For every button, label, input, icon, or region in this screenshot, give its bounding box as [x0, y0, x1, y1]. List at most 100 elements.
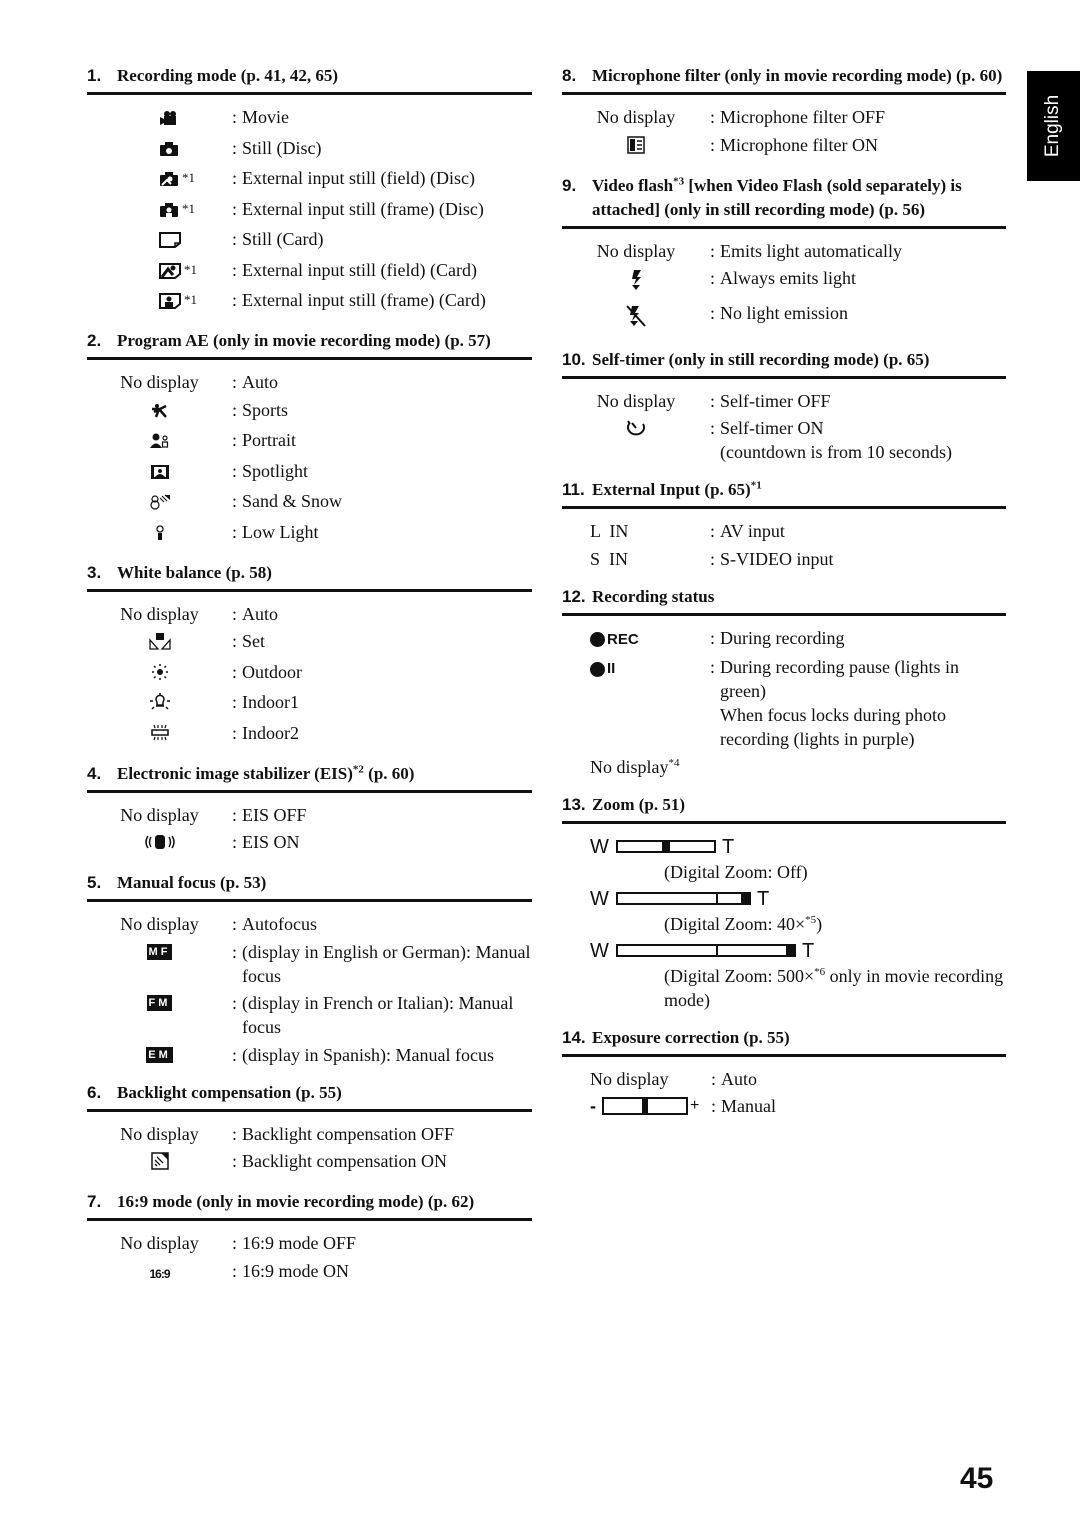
input-label: L IN [590, 521, 629, 541]
external-input-frame-card-icon [159, 291, 181, 315]
no-display-label: No display [596, 390, 676, 411]
list-item: No display : EIS OFF [87, 803, 532, 827]
list-item: *1: External input still (frame) (Disc) [87, 197, 532, 224]
section-number: 8. [562, 66, 577, 85]
list-item: : No light emission [562, 301, 1006, 334]
section-number: 3. [87, 562, 102, 582]
item-description: (display in French or Italian): Manual f… [242, 993, 514, 1037]
zoom-caption: (Digital Zoom: Off) [664, 861, 808, 882]
list-item: : Indoor2 [87, 721, 532, 748]
item-description: Backlight compensation OFF [242, 1123, 454, 1144]
item-description: (display in English or German): Manual f… [242, 941, 531, 986]
plus-label: + [690, 1096, 700, 1114]
section-number: 7. [87, 1192, 102, 1211]
minus-label: - [590, 1095, 596, 1116]
section-white-balance: 3. White balance (p. 58) No display : Aut… [87, 561, 532, 748]
list-item: : Still (Card) [87, 227, 532, 254]
portrait-icon [149, 431, 170, 455]
item-description: During recording [720, 627, 845, 648]
exposure-indicator: - + [590, 1094, 711, 1118]
section-title: Recording mode (p. 41, 42, 65) [117, 66, 338, 85]
section-number: 5. [87, 873, 102, 892]
section-heading: 10. Self-timer (only in still recording … [562, 348, 1006, 379]
item-description: Auto [242, 372, 278, 392]
item-description: Indoor2 [242, 722, 299, 743]
list-item: : Indoor1 [87, 690, 532, 717]
section-number: 14. [562, 1027, 586, 1047]
list-item: : Outdoor [87, 660, 532, 687]
item-description: Movie [242, 107, 289, 127]
section-video-flash: 9. Video flash*3 [when Video Flash (sold… [562, 174, 1006, 334]
section-title: Backlight compensation (p. 55) [117, 1082, 342, 1102]
right-column: 8. Microphone filter (only in movie reco… [562, 64, 1006, 1132]
list-item: FM: (display in French or Italian): Manua… [87, 991, 532, 1039]
section-title: Zoom (p. 51) [592, 794, 686, 814]
section-heading: 13. Zoom (p. 51) [562, 793, 1006, 824]
list-item: *1: External input still (field) (Card) [87, 258, 532, 285]
item-description: Backlight compensation ON [242, 1151, 447, 1171]
backlight-icon [150, 1152, 169, 1176]
list-item: No display : Auto [87, 602, 532, 626]
list-item: : Spotlight [87, 459, 532, 486]
eis-hand-icon [144, 833, 176, 857]
section-16-9-mode: 7. 16:9 mode (only in movie recording mo… [87, 1190, 532, 1286]
list-item: : Always emits light [562, 266, 1006, 297]
item-description: Still (Disc) [242, 137, 322, 158]
item-description: Set [242, 631, 266, 651]
list-item: : Set [87, 629, 532, 656]
footnote-marker: *1 [184, 261, 197, 277]
item-description: Low Light [242, 521, 319, 542]
section-number: 12. [562, 586, 586, 606]
no-display-label: No display*4 [590, 756, 680, 777]
zoom-bar [616, 944, 796, 957]
zoom-bar [616, 840, 716, 853]
item-description: Auto [721, 1068, 757, 1089]
no-display-label: No display [120, 1233, 199, 1253]
list-item: S IN : S-VIDEO input [562, 547, 1006, 571]
section-self-timer: 10. Self-timer (only in still recording … [562, 348, 1006, 465]
recording-pause-icon: II [590, 657, 615, 681]
sand-snow-icon [149, 492, 171, 516]
list-item: No display : Backlight compensation OFF [87, 1122, 532, 1146]
list-item: II : During recording pause (lights in gr… [562, 655, 1006, 751]
list-item: EM: (display in Spanish): Manual focus [87, 1043, 532, 1067]
list-item: No display : Self-timer OFF [562, 389, 1006, 413]
list-item: *1: External input still (field) (Disc) [87, 166, 532, 193]
zoom-indicator-row: WT [590, 886, 1006, 912]
section-heading: 12. Recording status [562, 585, 1006, 616]
item-description: EIS OFF [242, 804, 307, 825]
section-eis: 4. Electronic image stabilizer (EIS)*2 (… [87, 762, 532, 858]
item-description: Self-timer ON [720, 418, 824, 438]
flash-off-icon [625, 304, 647, 334]
language-tab: English [1027, 71, 1080, 181]
item-description: Auto [242, 603, 278, 624]
section-title: Microphone filter (only in movie recordi… [592, 66, 1003, 85]
section-heading: 6. Backlight compensation (p. 55) [87, 1081, 532, 1112]
list-item: : Low Light [87, 520, 532, 547]
no-display-label: No display [120, 1123, 199, 1144]
white-balance-set-icon [148, 632, 171, 656]
section-title: Recording status [592, 586, 715, 606]
indoor-bulb-icon [149, 693, 171, 717]
list-item: MF: (display in English or German): Manua… [146, 941, 531, 986]
list-item: : Sports [87, 398, 532, 425]
section-number: 1. [87, 66, 102, 85]
list-item: : EIS ON [87, 830, 532, 857]
section-title: Self-timer (only in still recording mode… [592, 349, 930, 369]
item-note: (countdown is from 10 seconds) [720, 442, 952, 462]
section-backlight: 6. Backlight compensation (p. 55) No dis… [87, 1081, 532, 1177]
item-description: 16:9 mode ON [242, 1260, 349, 1281]
list-item: : Portrait [87, 428, 532, 455]
item-description: Emits light automatically [720, 240, 902, 261]
section-recording-status: 12. Recording status REC : During recordi… [562, 585, 1006, 779]
section-heading: 5. Manual focus (p. 53) [87, 871, 532, 902]
list-item: L IN : AV input [562, 519, 1006, 543]
wide-label: W [590, 887, 609, 910]
section-heading: 9. Video flash*3 [when Video Flash (sold… [562, 174, 1006, 229]
input-label: S IN [590, 548, 629, 569]
external-input-field-card-icon [159, 261, 181, 285]
list-item: : Microphone filter ON [562, 133, 1006, 160]
footnote-marker: *1 [182, 200, 195, 216]
mf-focus-badge-icon: MF [146, 943, 173, 960]
list-item: No display : Auto [87, 370, 532, 394]
